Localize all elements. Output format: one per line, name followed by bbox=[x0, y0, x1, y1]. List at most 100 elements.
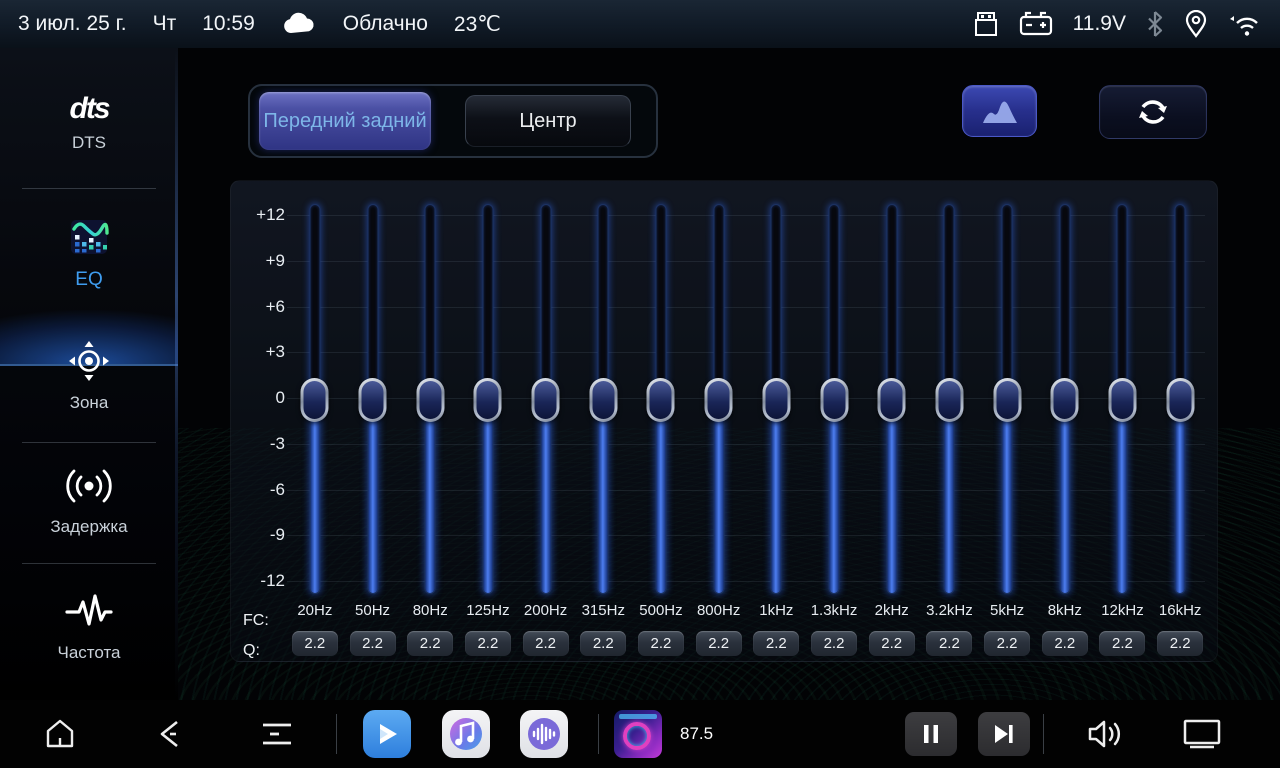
band-q-button[interactable]: 2.2 bbox=[523, 631, 569, 656]
band-frequency-label: 50Hz bbox=[344, 602, 402, 619]
eq-slider[interactable] bbox=[771, 204, 782, 594]
divider bbox=[22, 563, 156, 564]
eq-slider-knob[interactable] bbox=[647, 378, 675, 422]
band-q-button[interactable]: 2.2 bbox=[1099, 631, 1145, 656]
eq-band: 200Hz 2.2 bbox=[517, 181, 575, 661]
sidebar-item-zone[interactable]: Зона bbox=[0, 338, 178, 413]
eq-slider-knob[interactable] bbox=[1108, 378, 1136, 422]
band-q-button[interactable]: 2.2 bbox=[350, 631, 396, 656]
eq-slider-knob[interactable] bbox=[705, 378, 733, 422]
status-time: 10:59 bbox=[202, 12, 255, 36]
music-app[interactable] bbox=[442, 710, 490, 758]
eq-slider[interactable] bbox=[482, 204, 493, 594]
eq-slider-fill bbox=[945, 398, 954, 593]
sidebar-item-frequency[interactable]: Частота bbox=[0, 590, 178, 663]
eq-curve-button[interactable] bbox=[962, 85, 1037, 137]
eq-slider-fill bbox=[368, 398, 377, 593]
scale-label: -12 bbox=[239, 570, 285, 592]
eq-slider-knob[interactable] bbox=[820, 378, 848, 422]
band-q-button[interactable]: 2.2 bbox=[753, 631, 799, 656]
eq-slider-knob[interactable] bbox=[762, 378, 790, 422]
band-q-button[interactable]: 2.2 bbox=[407, 631, 453, 656]
home-icon bbox=[42, 716, 78, 752]
volume-button[interactable] bbox=[1085, 717, 1125, 751]
display-button[interactable] bbox=[1180, 716, 1224, 752]
back-button[interactable] bbox=[152, 716, 188, 752]
sidebar-item-eq[interactable]: EQ bbox=[0, 214, 178, 291]
sidebar-item-label: Задержка bbox=[0, 517, 178, 537]
eq-slider[interactable] bbox=[655, 204, 666, 594]
video-player-app[interactable] bbox=[363, 710, 411, 758]
eq-slider-knob[interactable] bbox=[474, 378, 502, 422]
eq-slider-fill bbox=[426, 398, 435, 593]
eq-slider[interactable] bbox=[829, 204, 840, 594]
sidebar: dts DTS bbox=[0, 48, 178, 700]
zone-icon bbox=[0, 338, 178, 384]
band-frequency-label: 125Hz bbox=[459, 602, 517, 619]
speaker-tab-group: Передний задний Центр bbox=[248, 84, 658, 158]
eq-slider[interactable] bbox=[1059, 204, 1070, 594]
eq-slider[interactable] bbox=[598, 204, 609, 594]
eq-slider[interactable] bbox=[1175, 204, 1186, 594]
eq-slider-fill bbox=[887, 398, 896, 593]
tab-center[interactable]: Центр bbox=[465, 95, 631, 147]
band-q-button[interactable]: 2.2 bbox=[926, 631, 972, 656]
band-q-button[interactable]: 2.2 bbox=[292, 631, 338, 656]
eq-slider-knob[interactable] bbox=[532, 378, 560, 422]
menu-button[interactable] bbox=[258, 716, 296, 752]
sidebar-item-label: EQ bbox=[0, 269, 178, 291]
eq-slider-knob[interactable] bbox=[878, 378, 906, 422]
eq-slider-fill bbox=[656, 398, 665, 593]
band-q-button[interactable]: 2.2 bbox=[1157, 631, 1203, 656]
home-button[interactable] bbox=[42, 716, 78, 752]
eq-slider[interactable] bbox=[367, 204, 378, 594]
eq-slider-knob[interactable] bbox=[301, 378, 329, 422]
eq-slider[interactable] bbox=[713, 204, 724, 594]
eq-slider-knob[interactable] bbox=[416, 378, 444, 422]
voice-app[interactable] bbox=[520, 710, 568, 758]
eq-slider[interactable] bbox=[540, 204, 551, 594]
radio-app[interactable] bbox=[614, 710, 662, 758]
scale-label: +12 bbox=[239, 204, 285, 226]
band-q-button[interactable]: 2.2 bbox=[580, 631, 626, 656]
eq-slider-knob[interactable] bbox=[1051, 378, 1079, 422]
menu-icon bbox=[258, 716, 296, 752]
eq-slider[interactable] bbox=[309, 204, 320, 594]
eq-slider[interactable] bbox=[1117, 204, 1128, 594]
band-q-button[interactable]: 2.2 bbox=[638, 631, 684, 656]
pause-button[interactable] bbox=[905, 712, 957, 756]
pause-icon bbox=[920, 723, 942, 745]
divider bbox=[598, 714, 599, 754]
bottom-nav-bar: 87.5 bbox=[0, 700, 1280, 768]
tab-front-rear[interactable]: Передний задний bbox=[259, 92, 431, 150]
head-unit-screen: 3 июл. 25 г. Чт 10:59 Облачно 23℃ 11.9V bbox=[0, 0, 1280, 768]
band-q-button[interactable]: 2.2 bbox=[696, 631, 742, 656]
usb-icon bbox=[973, 10, 999, 38]
eq-slider-knob[interactable] bbox=[935, 378, 963, 422]
eq-slider[interactable] bbox=[425, 204, 436, 594]
eq-slider[interactable] bbox=[1002, 204, 1013, 594]
battery-voltage: 11.9V bbox=[1073, 12, 1126, 36]
eq-slider[interactable] bbox=[886, 204, 897, 594]
eq-band: 12kHz 2.2 bbox=[1094, 181, 1152, 661]
sidebar-item-dts[interactable]: dts DTS bbox=[0, 94, 178, 153]
sidebar-item-delay[interactable]: Задержка bbox=[0, 464, 178, 537]
band-frequency-label: 12kHz bbox=[1094, 602, 1152, 619]
band-q-button[interactable]: 2.2 bbox=[465, 631, 511, 656]
eq-curve-icon bbox=[978, 94, 1022, 128]
eq-slider-knob[interactable] bbox=[1166, 378, 1194, 422]
eq-slider-knob[interactable] bbox=[993, 378, 1021, 422]
display-icon bbox=[1180, 716, 1224, 752]
band-q-button[interactable]: 2.2 bbox=[984, 631, 1030, 656]
eq-slider-knob[interactable] bbox=[589, 378, 617, 422]
band-q-button[interactable]: 2.2 bbox=[869, 631, 915, 656]
band-q-button[interactable]: 2.2 bbox=[1042, 631, 1088, 656]
eq-band: 80Hz 2.2 bbox=[401, 181, 459, 661]
eq-slider[interactable] bbox=[944, 204, 955, 594]
reset-button[interactable] bbox=[1099, 85, 1207, 139]
frequency-icon bbox=[0, 590, 178, 634]
band-frequency-label: 16kHz bbox=[1151, 602, 1209, 619]
next-track-button[interactable] bbox=[978, 712, 1030, 756]
band-q-button[interactable]: 2.2 bbox=[811, 631, 857, 656]
eq-slider-knob[interactable] bbox=[359, 378, 387, 422]
